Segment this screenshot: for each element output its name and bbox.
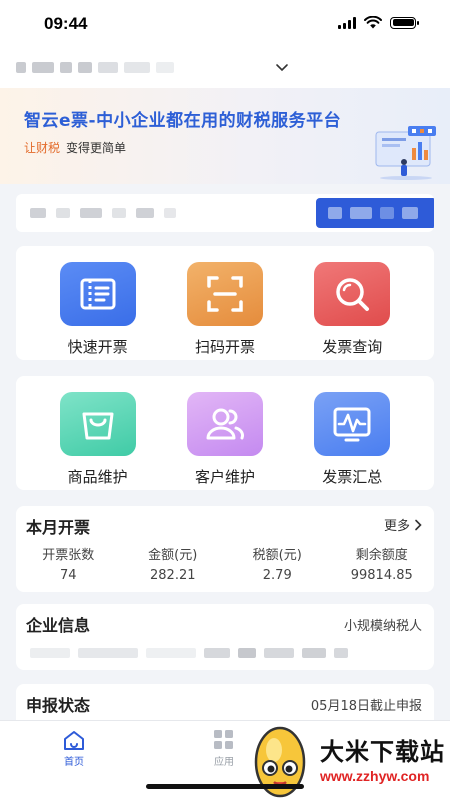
home-indicator[interactable]: [146, 784, 304, 789]
customer-maintenance-label: 客户维护: [194, 468, 255, 486]
enterprise-info-card[interactable]: 企业信息 小规模纳税人: [16, 604, 434, 670]
status-bar: 09:44: [0, 0, 450, 48]
quick-invoice-label: 快速开票: [67, 338, 128, 356]
stat-value: 74: [59, 568, 77, 583]
stat-label: 金额(元): [148, 548, 198, 563]
quick-invoice-button[interactable]: 快速开票: [52, 246, 144, 360]
month-invoice-card: 本月开票 更多 开票张数 74 金额(元) 282.21 税额(元) 2.79 …: [16, 506, 434, 592]
banner-title: 智云e票-中小企业都在用的财税服务平台: [24, 111, 342, 131]
chevron-right-icon: [415, 519, 422, 530]
tab-home-label: 首页: [64, 757, 84, 768]
signal-icon: [338, 16, 356, 29]
invoice-query-label: 发票查询: [322, 338, 383, 356]
stat-invoice-count: 开票张数 74: [16, 544, 121, 583]
banner-subtitle-rest: 变得更简单: [66, 141, 127, 155]
tax-id-redacted: [30, 208, 176, 218]
more-label: 更多: [383, 519, 410, 534]
declare-title: 申报状态: [26, 696, 91, 715]
users-icon: [186, 392, 263, 456]
stat-value: 2.79: [262, 568, 292, 583]
company-info-bar[interactable]: [16, 194, 434, 232]
home-icon: [64, 731, 84, 750]
stat-amount: 金额(元) 282.21: [121, 544, 226, 583]
invoice-summary-button[interactable]: 发票汇总: [306, 376, 398, 490]
enterprise-title: 企业信息: [26, 616, 91, 635]
month-title: 本月开票: [26, 518, 91, 537]
apps-grid-icon: [214, 730, 233, 749]
banner-illustration-icon: [375, 126, 436, 180]
quick-actions-card-2: 商品维护 客户维护 发票汇总: [16, 376, 434, 490]
scan-invoice-label: 扫码开票: [194, 338, 255, 356]
more-link[interactable]: 更多: [384, 515, 422, 534]
battery-icon: [390, 16, 419, 29]
stat-tax: 税额(元) 2.79: [225, 544, 330, 583]
invoice-summary-label: 发票汇总: [322, 468, 383, 486]
company-selector[interactable]: [0, 48, 450, 88]
bag-icon: [59, 392, 136, 456]
stat-remaining-quota: 剩余额度 99814.85: [330, 544, 435, 583]
stat-value: 99814.85: [350, 568, 413, 583]
watermark-text: 大米下载站: [320, 738, 445, 766]
banner-subtitle-accent: 让财税: [24, 141, 61, 155]
stat-label: 开票张数: [42, 548, 95, 563]
stat-label: 剩余额度: [355, 548, 408, 563]
banner-subtitle: 让财税 变得更简单: [24, 139, 126, 156]
company-name-redacted: [16, 62, 174, 73]
status-icons: [338, 16, 419, 29]
chevron-down-icon[interactable]: [274, 61, 290, 73]
watermark-url: www.zzhyw.com: [320, 768, 430, 784]
declare-deadline: 05月18日截止申报: [310, 699, 422, 714]
taxpayer-type: 小规模纳税人: [343, 619, 422, 634]
enterprise-details-redacted: [30, 648, 348, 658]
customer-maintenance-button[interactable]: 客户维护: [179, 376, 271, 490]
quick-actions-card-1: 快速开票 扫码开票 发票查询: [16, 246, 434, 360]
tab-home[interactable]: 首页: [44, 729, 104, 768]
action-button[interactable]: [316, 198, 434, 228]
stat-value: 282.21: [150, 568, 196, 583]
scan-invoice-button[interactable]: 扫码开票: [179, 246, 271, 360]
invoice-query-button[interactable]: 发票查询: [306, 246, 398, 360]
month-stats: 开票张数 74 金额(元) 282.21 税额(元) 2.79 剩余额度 998…: [16, 544, 434, 583]
quick-invoice-icon: [59, 262, 136, 326]
search-icon: [314, 262, 391, 326]
product-maintenance-button[interactable]: 商品维护: [52, 376, 144, 490]
stat-label: 税额(元): [252, 548, 302, 563]
status-time: 09:44: [44, 14, 88, 33]
product-maintenance-label: 商品维护: [67, 468, 128, 486]
chart-monitor-icon: [314, 392, 391, 456]
wifi-icon: [364, 16, 382, 29]
scan-code-icon: [186, 262, 263, 326]
tab-apps-label: 应用: [214, 757, 234, 768]
